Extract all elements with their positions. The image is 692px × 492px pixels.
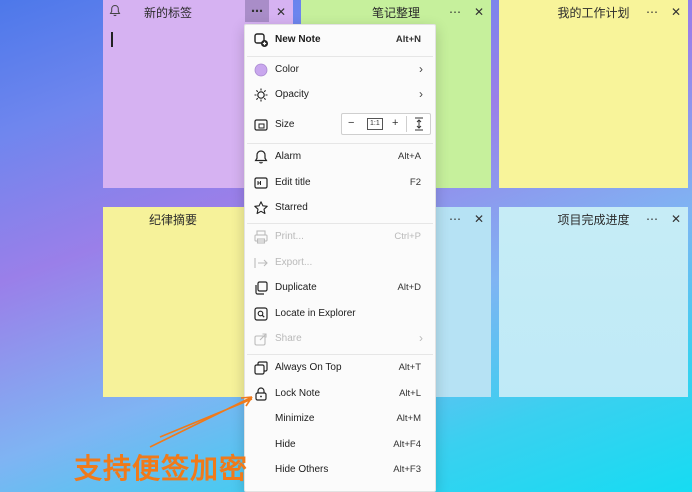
menu-item-label: Size bbox=[275, 119, 295, 130]
share-icon bbox=[253, 331, 269, 347]
menu-item-label: Locate in Explorer bbox=[275, 308, 356, 319]
color-swatch-icon bbox=[253, 62, 269, 78]
text-cursor bbox=[111, 32, 113, 47]
menu-item-lock-note[interactable]: Lock Note Alt+L bbox=[245, 382, 435, 407]
menu-item-label: Hide bbox=[275, 439, 296, 450]
menu-item-shortcut: Alt+T bbox=[398, 362, 421, 373]
menu-item-size: Size − 1:1 + bbox=[245, 111, 435, 139]
menu-item-label: Edit title bbox=[275, 177, 311, 188]
menu-item-hide-others[interactable]: Hide Others Alt+F3 bbox=[245, 458, 435, 483]
always-on-top-icon bbox=[253, 360, 269, 376]
menu-item-shortcut: Ctrl+P bbox=[394, 231, 421, 242]
menu-item-starred[interactable]: Starred bbox=[245, 196, 435, 221]
menu-item-new-note[interactable]: New Note Alt+N bbox=[245, 28, 435, 53]
export-icon bbox=[253, 255, 269, 271]
note-header: 我的工作计划 ⋯ ✕ bbox=[499, 0, 688, 24]
menu-item-always-on-top[interactable]: Always On Top Alt+T bbox=[245, 356, 435, 381]
more-options-icon[interactable]: ⋯ bbox=[644, 211, 660, 227]
menu-item-shortcut: F2 bbox=[409, 177, 421, 188]
menu-item-locate-in-explorer[interactable]: Locate in Explorer bbox=[245, 302, 435, 327]
menu-item-label: Share bbox=[275, 333, 302, 344]
note-header: 笔记整理 ⋯ ✕ bbox=[301, 0, 491, 24]
menu-item-opacity[interactable]: Opacity › bbox=[245, 83, 435, 108]
note-title[interactable]: 纪律摘要 bbox=[103, 211, 243, 228]
more-options-icon[interactable]: ⋯ bbox=[644, 4, 660, 20]
printer-icon bbox=[253, 229, 269, 245]
menu-item-hide[interactable]: Hide Alt+F4 bbox=[245, 433, 435, 458]
chevron-right-icon: › bbox=[419, 331, 423, 345]
menu-item-shortcut: Alt+F3 bbox=[393, 464, 421, 475]
menu-item-shortcut: Alt+M bbox=[396, 413, 421, 424]
star-icon bbox=[253, 200, 269, 216]
menu-item-color[interactable]: Color › bbox=[245, 58, 435, 83]
menu-item-label: Opacity bbox=[275, 89, 309, 100]
sticky-note-3[interactable]: 我的工作计划 ⋯ ✕ bbox=[499, 0, 688, 188]
menu-item-label: Starred bbox=[275, 202, 308, 213]
edit-title-icon bbox=[253, 175, 269, 191]
fit-height-icon[interactable] bbox=[414, 117, 424, 134]
close-icon[interactable]: ✕ bbox=[471, 211, 487, 227]
menu-item-label: Color bbox=[275, 64, 299, 75]
close-icon[interactable]: ✕ bbox=[273, 4, 289, 20]
menu-item-minimize[interactable]: Minimize Alt+M bbox=[245, 407, 435, 432]
menu-item-label: Hide Others bbox=[275, 464, 329, 475]
close-icon[interactable]: ✕ bbox=[471, 4, 487, 20]
menu-item-shortcut: Alt+A bbox=[398, 151, 421, 162]
locate-icon bbox=[253, 306, 269, 322]
chevron-right-icon: › bbox=[419, 87, 423, 101]
close-icon[interactable]: ✕ bbox=[668, 211, 684, 227]
menu-item-print[interactable]: Print... Ctrl+P bbox=[245, 225, 435, 250]
menu-separator bbox=[247, 56, 433, 57]
more-options-icon[interactable]: ⋯ bbox=[447, 211, 463, 227]
note-title[interactable]: 新的标签 bbox=[103, 4, 233, 21]
duplicate-icon bbox=[253, 280, 269, 296]
menu-item-label: New Note bbox=[275, 34, 321, 45]
menu-item-share[interactable]: Share › bbox=[245, 327, 435, 352]
bell-icon bbox=[253, 149, 269, 165]
divider bbox=[406, 116, 407, 132]
menu-item-label: Always On Top bbox=[275, 362, 342, 373]
menu-item-duplicate[interactable]: Duplicate Alt+D bbox=[245, 276, 435, 301]
size-increase-button[interactable]: + bbox=[392, 117, 398, 129]
menu-item-shortcut: Alt+N bbox=[395, 34, 421, 45]
note-context-menu: New Note Alt+N Color › Opacity › Size − … bbox=[244, 24, 436, 492]
menu-item-label: Export... bbox=[275, 257, 313, 268]
annotation-label: 支持便签加密 bbox=[74, 452, 249, 485]
menu-separator bbox=[247, 223, 433, 224]
menu-item-shortcut: Alt+L bbox=[399, 388, 421, 399]
new-note-icon bbox=[253, 32, 269, 48]
menu-item-edit-title[interactable]: Edit title F2 bbox=[245, 171, 435, 196]
resize-icon bbox=[253, 117, 269, 133]
menu-item-export[interactable]: Export... bbox=[245, 251, 435, 276]
menu-item-label: Duplicate bbox=[275, 282, 317, 293]
menu-separator bbox=[247, 354, 433, 355]
more-options-icon[interactable]: ⋯ bbox=[245, 0, 269, 22]
lock-icon bbox=[253, 386, 269, 402]
menu-item-label: Print... bbox=[275, 231, 304, 242]
sticky-note-6[interactable]: 项目完成进度 ⋯ ✕ bbox=[499, 207, 688, 397]
note-header: 项目完成进度 ⋯ ✕ bbox=[499, 207, 688, 231]
chevron-right-icon: › bbox=[419, 62, 423, 76]
note-header: 新的标签 ⋯ ✕ bbox=[103, 0, 293, 24]
brightness-icon bbox=[253, 87, 269, 103]
menu-item-label: Lock Note bbox=[275, 388, 321, 399]
menu-item-label: Minimize bbox=[275, 413, 315, 424]
size-controls: − 1:1 + bbox=[341, 113, 431, 135]
close-icon[interactable]: ✕ bbox=[668, 4, 684, 20]
menu-item-shortcut: Alt+F4 bbox=[393, 439, 421, 450]
size-reset-button[interactable]: 1:1 bbox=[367, 118, 383, 130]
menu-separator bbox=[247, 143, 433, 144]
more-options-icon[interactable]: ⋯ bbox=[447, 4, 463, 20]
menu-item-shortcut: Alt+D bbox=[397, 282, 422, 293]
menu-item-label: Alarm bbox=[275, 151, 302, 162]
size-decrease-button[interactable]: − bbox=[348, 117, 354, 129]
menu-item-alarm[interactable]: Alarm Alt+A bbox=[245, 145, 435, 170]
